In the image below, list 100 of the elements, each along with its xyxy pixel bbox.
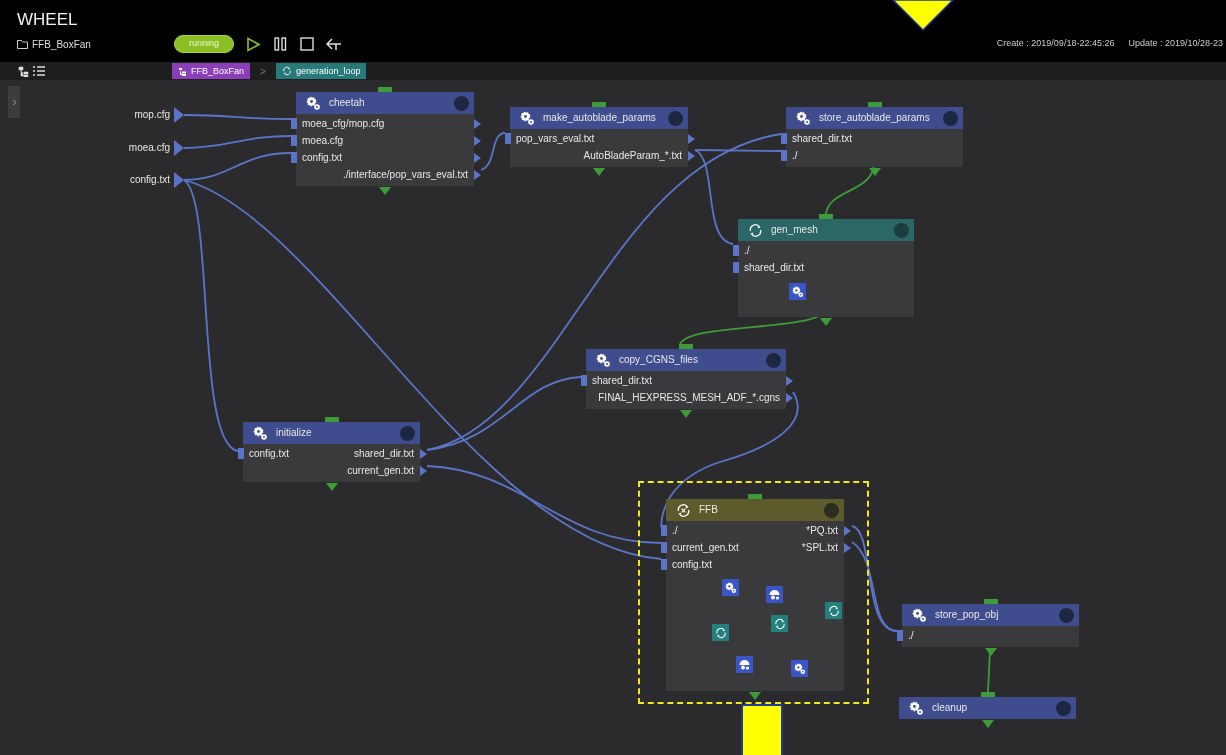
- flow-output-port[interactable]: [379, 187, 391, 195]
- tree-icon[interactable]: [18, 65, 29, 77]
- create-date: Create : 2019/09/18-22:45:26: [996, 37, 1115, 51]
- input-port[interactable]: [291, 135, 297, 146]
- node-header[interactable]: copy_CGNS_files: [586, 349, 786, 371]
- flow-input-port[interactable]: [867, 102, 882, 107]
- panel-toggle-icon[interactable]: [8, 86, 20, 118]
- gears-icon[interactable]: [789, 283, 806, 300]
- flow-input-port[interactable]: [983, 599, 998, 604]
- folder-icon: [17, 39, 28, 49]
- status-dot: [766, 352, 781, 368]
- file-label: config.txt: [129, 174, 170, 186]
- port-label: FINAL_HEXPRESS_MESH_ADF_*.cgns: [598, 391, 780, 404]
- file-label: moea.cfg: [128, 142, 170, 154]
- list-icon[interactable]: [33, 66, 45, 76]
- port-label: AutoBladeParam_*.txt: [583, 149, 682, 162]
- input-port[interactable]: [505, 133, 511, 144]
- flow-output-port[interactable]: [984, 648, 997, 656]
- input-port[interactable]: [291, 118, 297, 129]
- flow-input-port[interactable]: [980, 692, 995, 697]
- output-port[interactable]: [174, 172, 184, 188]
- node-header[interactable]: initialize: [243, 422, 420, 444]
- port-label: shared_dir.txt: [744, 261, 805, 274]
- play-icon[interactable]: [246, 36, 262, 52]
- cycle-icon: [676, 502, 691, 518]
- flow-output-port[interactable]: [680, 410, 692, 418]
- status-dot: [1056, 700, 1071, 716]
- input-port[interactable]: [733, 245, 739, 256]
- port-label: moea_cfg/mop.cfg: [302, 117, 385, 130]
- node-header[interactable]: make_autoblade_params: [510, 107, 688, 129]
- node-header[interactable]: gen_mesh: [738, 219, 914, 241]
- stop-icon[interactable]: [300, 37, 315, 51]
- node-header[interactable]: cheetah: [296, 92, 474, 114]
- input-port[interactable]: [661, 542, 667, 553]
- file-label: mop.cfg: [134, 109, 170, 121]
- status-pill: running: [174, 35, 235, 53]
- port-label: current_gen.txt: [347, 464, 414, 477]
- input-port[interactable]: [781, 150, 787, 161]
- output-port[interactable]: [174, 140, 184, 156]
- back-icon[interactable]: [326, 37, 343, 51]
- port-label: current_gen.txt: [672, 541, 739, 554]
- cycle-icon: [748, 222, 763, 238]
- node-title: gen_mesh: [771, 224, 818, 236]
- node-header[interactable]: store_autoblade_params: [786, 107, 963, 129]
- node-header[interactable]: FFB: [666, 499, 844, 521]
- node-header[interactable]: cleanup: [899, 697, 1076, 719]
- node-title: cheetah: [329, 97, 365, 109]
- input-port[interactable]: [238, 448, 244, 459]
- status-dot: [668, 110, 683, 126]
- port-label: config.txt: [302, 151, 343, 164]
- status-dot: [894, 222, 909, 238]
- callout-bar: [741, 704, 783, 755]
- flow-input-port[interactable]: [324, 417, 339, 422]
- breadcrumb-item[interactable]: FFB_BoxFan: [172, 63, 251, 79]
- cycle-icon[interactable]: [825, 602, 842, 619]
- gears-icon: [596, 352, 611, 368]
- gears-icon: [253, 425, 268, 441]
- flow-input-port[interactable]: [592, 102, 606, 107]
- pause-icon[interactable]: [273, 37, 289, 51]
- input-port[interactable]: [661, 525, 667, 536]
- flow-output-port[interactable]: [820, 318, 832, 326]
- node-title: FFB: [699, 504, 718, 516]
- flow-output-port[interactable]: [325, 483, 338, 491]
- node-title: store_autoblade_params: [819, 112, 930, 124]
- flow-output-port[interactable]: [868, 168, 881, 176]
- input-port[interactable]: [897, 630, 903, 641]
- port-label: config.txt: [249, 447, 290, 460]
- cycle-icon[interactable]: [771, 615, 788, 632]
- port-label: *PQ.txt: [806, 524, 838, 537]
- gears-icon[interactable]: [722, 579, 739, 596]
- status-dot: [400, 425, 415, 441]
- status-dot: [454, 95, 469, 111]
- port-label: ./: [908, 629, 914, 642]
- flow-output-port[interactable]: [981, 720, 994, 728]
- input-port[interactable]: [661, 559, 667, 570]
- flow-input-port[interactable]: [819, 214, 833, 219]
- input-port[interactable]: [733, 262, 739, 273]
- gears-icon: [909, 700, 924, 716]
- node-header[interactable]: store_pop_obj: [902, 604, 1079, 626]
- flow-output-port[interactable]: [593, 168, 605, 176]
- project-name: FFB_BoxFan: [32, 37, 91, 52]
- flow-input-port[interactable]: [679, 344, 693, 349]
- cycle-icon[interactable]: [712, 624, 729, 641]
- gears-icon: [912, 607, 927, 623]
- output-port[interactable]: [174, 107, 184, 123]
- flow-input-port[interactable]: [748, 494, 762, 499]
- input-port[interactable]: [781, 133, 787, 144]
- dome-gears-icon[interactable]: [736, 656, 753, 673]
- input-port[interactable]: [581, 375, 587, 386]
- gears-icon[interactable]: [791, 660, 808, 677]
- tree-icon: [178, 66, 187, 76]
- cycle-icon: [281, 66, 292, 76]
- dome-gears-icon[interactable]: [766, 586, 783, 603]
- gears-icon: [306, 95, 321, 111]
- flow-input-port[interactable]: [378, 87, 392, 92]
- port-label: shared_dir.txt: [792, 132, 853, 145]
- port-label: ./interface/pop_vars_eval.txt: [342, 168, 468, 181]
- input-port[interactable]: [291, 152, 297, 163]
- pointer-mark: [892, 0, 954, 32]
- breadcrumb-item[interactable]: generation_loop: [275, 63, 367, 79]
